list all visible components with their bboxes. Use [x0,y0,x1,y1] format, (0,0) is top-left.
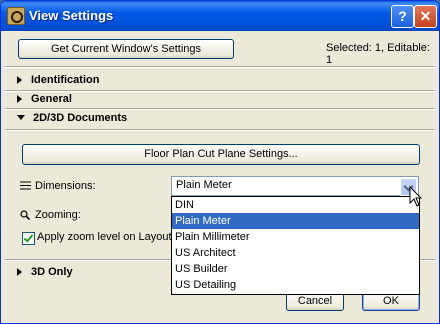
section-identification-label: Identification [31,74,100,86]
section-2d3d-documents-label: 2D/3D Documents [33,112,128,124]
divider [5,108,435,110]
expand-arrow-icon [17,268,22,276]
dimensions-select[interactable]: Plain Meter [171,176,419,196]
section-general[interactable]: General [17,93,72,105]
dropdown-option[interactable]: Plain Millimeter [172,229,419,245]
divider [5,129,435,131]
floor-plan-cut-plane-settings-button[interactable]: Floor Plan Cut Plane Settings... [22,144,420,165]
expand-arrow-icon [17,76,22,84]
selection-status: Selected: 1, Editable: 1 [326,42,430,66]
dimensions-select-value: Plain Meter [176,179,232,191]
section-identification[interactable]: Identification [17,74,99,86]
divider [5,66,435,68]
magnifier-icon [20,210,30,220]
divider [5,90,435,92]
apply-zoom-checkbox[interactable] [22,232,35,245]
collapse-arrow-icon [17,115,25,120]
title-bar[interactable]: View Settings ? ✕ [1,1,439,31]
dimension-icon [20,181,31,190]
dropdown-option[interactable]: US Architect [172,245,419,261]
close-button[interactable]: ✕ [414,5,437,28]
expand-arrow-icon [17,95,22,103]
view-settings-dialog: View Settings ? ✕ Get Current Window's S… [0,0,440,324]
apply-zoom-label: Apply zoom level on Layouts [37,231,178,243]
dropdown-option[interactable]: US Detailing [172,277,419,293]
dropdown-option[interactable]: DIN [172,197,419,213]
section-general-label: General [31,93,72,105]
archicad-app-icon [7,7,25,25]
dimensions-dropdown-list: DIN Plain Meter Plain Millimeter US Arch… [171,196,420,295]
section-2d3d-documents[interactable]: 2D/3D Documents [17,112,127,124]
dropdown-option-selected[interactable]: Plain Meter [172,213,419,229]
dimensions-label: Dimensions: [35,180,96,192]
help-button[interactable]: ? [391,5,414,28]
section-3d-only-label: 3D Only [31,266,73,278]
mouse-pointer-icon [409,186,423,207]
zooming-label: Zooming: [35,209,81,221]
get-current-window-settings-button[interactable]: Get Current Window's Settings [18,39,234,59]
window-title: View Settings [29,8,114,23]
section-3d-only[interactable]: 3D Only [17,266,73,278]
dropdown-option[interactable]: US Builder [172,261,419,277]
